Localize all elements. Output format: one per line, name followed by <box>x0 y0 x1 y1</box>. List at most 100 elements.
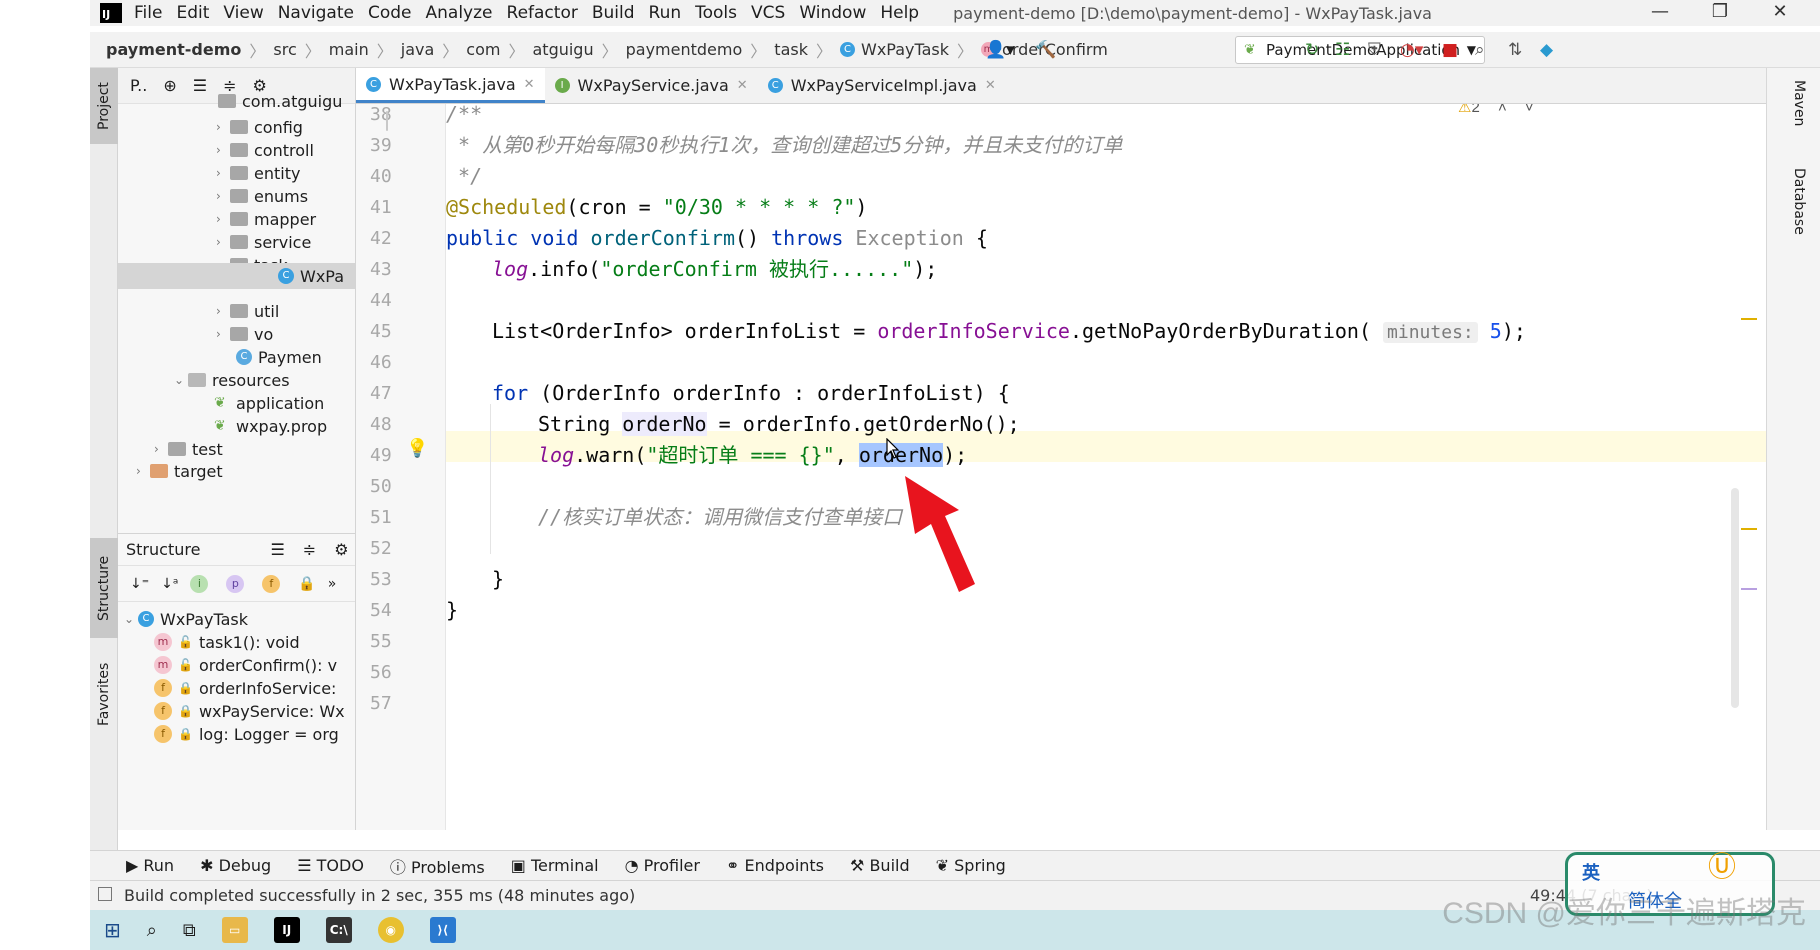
debug-icon[interactable]: ☷ <box>1335 40 1350 60</box>
structure-item[interactable]: f 🔒 wxPayService: Wx <box>154 699 345 723</box>
structure-tool-tab[interactable]: Structure <box>90 538 118 638</box>
coverage-icon[interactable]: ⛨ <box>1368 40 1381 60</box>
vertical-scrollbar[interactable] <box>1731 488 1739 708</box>
stop-icon[interactable]: ■ <box>1442 40 1458 60</box>
status-message[interactable]: Build completed successfully in 2 sec, 3… <box>124 886 635 905</box>
profiler-tool-button[interactable]: ◔ Profiler <box>625 856 700 875</box>
close-icon[interactable]: ✕ <box>1750 0 1810 26</box>
minimize-icon[interactable]: — <box>1630 0 1690 26</box>
task-view-icon[interactable]: ⧉ <box>183 920 196 941</box>
tab-wxpayservice[interactable]: I WxPayService.java ✕ <box>545 68 758 103</box>
run-tool-button[interactable]: ▶ Run <box>126 856 174 875</box>
locate-icon[interactable]: ⊕ <box>163 76 176 95</box>
chevron-right-icon[interactable]: › <box>136 464 150 478</box>
todo-tool-button[interactable]: ☰ TODO <box>297 856 364 875</box>
chevron-up-icon[interactable]: ˄ <box>1498 104 1507 116</box>
close-tab-icon[interactable]: ✕ <box>524 77 535 92</box>
problems-tool-button[interactable]: ⓘ Problems <box>390 854 485 878</box>
close-tab-icon[interactable]: ✕ <box>985 78 996 93</box>
inspection-widget[interactable]: ⚠2 ˄ ˅ <box>1458 104 1534 116</box>
menu-analyze[interactable]: Analyze <box>426 3 493 23</box>
breadcrumb-class[interactable]: WxPayTask <box>861 40 949 59</box>
chevron-right-icon[interactable]: › <box>216 327 230 341</box>
breadcrumb-java[interactable]: java <box>401 40 435 59</box>
menu-refactor[interactable]: Refactor <box>507 3 578 23</box>
breadcrumb-main[interactable]: main <box>329 40 369 59</box>
warning-marker[interactable] <box>1741 318 1757 320</box>
tree-item[interactable]: › target <box>136 458 223 484</box>
file-explorer-icon[interactable]: ▭ <box>221 917 248 943</box>
menu-view[interactable]: View <box>223 3 263 23</box>
menu-help[interactable]: Help <box>880 3 919 23</box>
plugin-icon[interactable]: ◆ <box>1540 40 1553 60</box>
show-inherited-icon[interactable]: i <box>190 574 209 593</box>
collapse-all-icon[interactable]: ≑ <box>303 540 316 559</box>
expand-all-icon[interactable]: ☰ <box>193 76 207 95</box>
breadcrumb-project[interactable]: payment-demo <box>106 40 241 59</box>
structure-root[interactable]: ⌄ C WxPayTask <box>124 607 248 631</box>
menu-window[interactable]: Window <box>799 3 866 23</box>
menu-vcs[interactable]: VCS <box>751 3 785 23</box>
chevron-right-icon[interactable]: › <box>216 120 230 134</box>
vscode-icon[interactable]: ⟩⟨ <box>429 917 456 943</box>
chevron-down-icon[interactable]: ˅ <box>1525 104 1534 116</box>
chevron-down-icon[interactable]: ⌄ <box>174 373 188 387</box>
show-properties-icon[interactable]: p <box>226 574 245 593</box>
rerun-icon[interactable]: ↻ <box>1305 40 1319 60</box>
toggle-tool-windows-icon[interactable] <box>98 887 112 901</box>
chevron-right-icon[interactable]: › <box>216 304 230 318</box>
lightbulb-icon[interactable]: 💡 <box>406 438 428 459</box>
restore-icon[interactable]: ❐ <box>1690 0 1750 26</box>
tree-item[interactable]: com.atguigu <box>218 88 342 114</box>
database-tool-tab[interactable]: Database <box>1781 168 1807 258</box>
tab-wxpayserviceimpl[interactable]: C WxPayServiceImpl.java ✕ <box>758 68 1006 103</box>
usage-marker[interactable] <box>1741 588 1757 590</box>
close-tab-icon[interactable]: ✕ <box>737 78 748 93</box>
user-icon[interactable]: 👤▾ <box>985 40 1015 60</box>
breadcrumb-src[interactable]: src <box>273 40 296 59</box>
breadcrumb-task[interactable]: task <box>774 40 808 59</box>
chevron-right-icon[interactable]: › <box>216 189 230 203</box>
expand-all-icon[interactable]: ☰ <box>270 540 284 559</box>
sort-alpha-icon[interactable]: ↓ᵃ <box>161 576 178 592</box>
show-fields-icon[interactable]: f <box>262 574 281 593</box>
maven-tool-tab[interactable]: Maven <box>1781 80 1807 140</box>
chevron-right-icon[interactable]: › <box>154 442 168 456</box>
project-view-select[interactable]: P.. <box>130 76 147 95</box>
ime-language[interactable]: 英 <box>1582 859 1600 885</box>
fold-icon[interactable] <box>386 111 388 131</box>
project-tool-tab[interactable]: Project <box>90 68 118 144</box>
breadcrumb-com[interactable]: com <box>466 40 500 59</box>
endpoints-tool-button[interactable]: ⚭ Endpoints <box>726 856 824 875</box>
settings-icon[interactable]: ⚙ <box>334 540 348 559</box>
chevron-right-icon[interactable]: › <box>216 143 230 157</box>
profile-icon[interactable]: ◔▾ <box>1400 40 1423 60</box>
tree-item-selected[interactable]: C WxPa <box>118 263 355 289</box>
code-editor[interactable]: /** * 从第0秒开始每隔30秒执行1次，查询创建超过5分钟，并且未支付的订单… <box>446 104 1766 830</box>
hammer-icon[interactable]: 🔨 <box>1035 40 1056 60</box>
search-icon[interactable]: ⌕ <box>147 920 157 941</box>
chevron-right-icon[interactable]: › <box>216 212 230 226</box>
debug-tool-button[interactable]: ✱ Debug <box>200 856 271 875</box>
breadcrumb-atguigu[interactable]: atguigu <box>532 40 593 59</box>
tab-wxpaytask[interactable]: C WxPayTask.java ✕ <box>356 68 545 103</box>
menu-navigate[interactable]: Navigate <box>278 3 354 23</box>
favorites-tool-tab[interactable]: Favorites <box>90 648 118 740</box>
menu-build[interactable]: Build <box>592 3 635 23</box>
menu-file[interactable]: File <box>134 3 162 23</box>
chrome-icon[interactable]: ◉ <box>377 917 404 943</box>
line-number-gutter[interactable]: 38 39 40 41 42 43 44 45 46 47 48 49 50 5… <box>356 104 446 830</box>
menu-edit[interactable]: Edit <box>176 3 209 23</box>
tree-item[interactable]: ❦ wxpay.prop <box>214 413 327 439</box>
spring-tool-button[interactable]: ❦ Spring <box>936 856 1006 875</box>
search-icon[interactable]: ⌕ <box>1475 40 1485 60</box>
selected-text[interactable]: orderNo <box>858 443 944 467</box>
chevron-right-icon[interactable]: › <box>216 166 230 180</box>
update-icon[interactable]: ⇅ <box>1508 40 1522 60</box>
menu-tools[interactable]: Tools <box>695 3 737 23</box>
sort-by-type-icon[interactable]: ↓⁼ <box>130 576 149 592</box>
breadcrumb-paymentdemo[interactable]: paymentdemo <box>626 40 743 59</box>
terminal-tool-button[interactable]: ▣ Terminal <box>511 856 599 875</box>
show-non-public-icon[interactable]: 🔒 <box>298 576 315 592</box>
structure-item[interactable]: m 🔓 orderConfirm(): v <box>154 653 337 677</box>
